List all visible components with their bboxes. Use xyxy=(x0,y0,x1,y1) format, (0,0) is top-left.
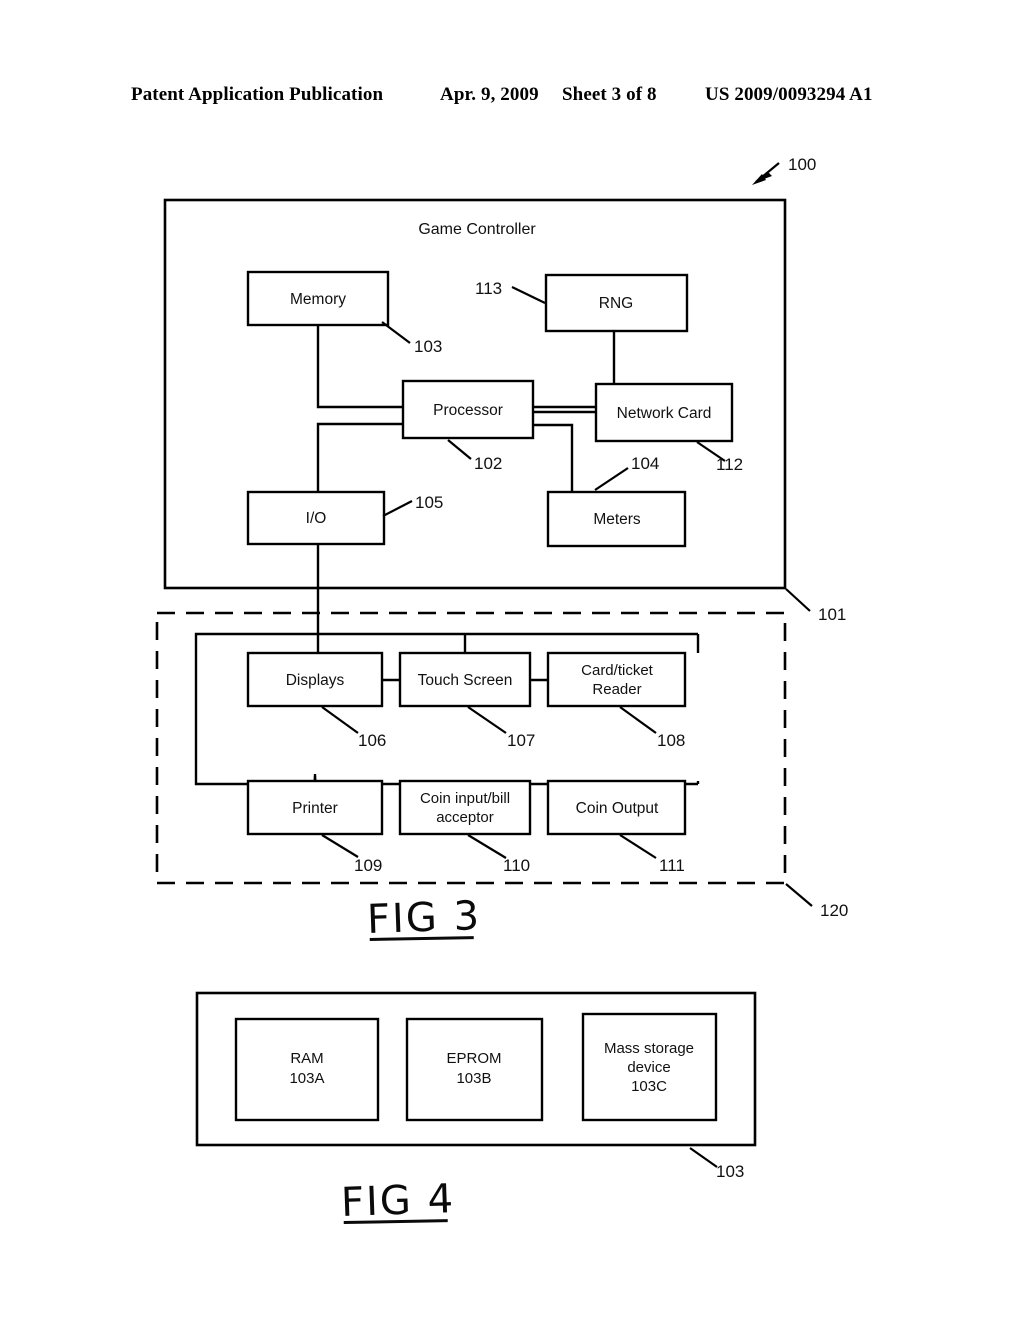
ref-label-110: 110 xyxy=(503,856,530,875)
ref-label-109: 109 xyxy=(354,856,382,875)
ref-label-106: 106 xyxy=(358,731,386,750)
ref-label-102: 102 xyxy=(474,454,502,473)
block-card-ticket-reader xyxy=(546,651,687,708)
block-card-ticket-reader-label: Card/ticket xyxy=(581,662,654,679)
ref-label-100: 100 xyxy=(788,155,816,174)
block-touch-screen-label: Touch Screen xyxy=(418,672,513,689)
figure-4-caption: FIG 4 xyxy=(340,1176,456,1226)
block-coin-input-label: Coin input/bill xyxy=(420,790,510,807)
block-memory-label: Memory xyxy=(290,291,346,308)
leader-110 xyxy=(467,834,507,859)
ref-label-103-fig3: 103 xyxy=(414,337,442,356)
leader-101 xyxy=(785,588,811,612)
leader-103-fig3 xyxy=(381,321,411,344)
ref-label-113: 113 xyxy=(475,279,502,298)
block-mass-storage-label2: device xyxy=(627,1059,670,1076)
block-ram-label: RAM xyxy=(290,1050,323,1067)
leader-113 xyxy=(511,286,546,304)
block-io-label: I/O xyxy=(306,510,327,527)
machine-ref-arrow xyxy=(752,162,780,185)
block-printer-label: Printer xyxy=(292,800,338,817)
ref-label-120: 120 xyxy=(820,901,848,920)
figure-canvas: 100 Game Controller 101 Memory 103 RNG 1… xyxy=(0,0,1024,1320)
leader-106 xyxy=(321,706,359,734)
leader-103-fig4 xyxy=(689,1147,718,1168)
ref-label-107: 107 xyxy=(507,731,535,750)
leader-102 xyxy=(447,439,472,460)
block-mass-storage-label: Mass storage xyxy=(604,1040,694,1057)
ref-label-112: 112 xyxy=(716,455,743,474)
ref-label-111: 111 xyxy=(659,856,685,875)
block-processor-label: Processor xyxy=(433,402,503,419)
block-mass-storage-ref: 103C xyxy=(631,1078,667,1095)
block-coin-input-label2: acceptor xyxy=(436,809,494,826)
block-displays-label: Displays xyxy=(286,672,345,689)
leader-105 xyxy=(382,500,413,517)
ref-label-101: 101 xyxy=(818,605,846,624)
block-network-card-label: Network Card xyxy=(617,405,712,422)
block-ram-ref: 103A xyxy=(289,1070,324,1087)
ref-label-108: 108 xyxy=(657,731,685,750)
leader-109 xyxy=(321,834,359,858)
link-memory-processor xyxy=(316,325,403,409)
link-processor-io xyxy=(316,422,403,492)
figure-3-caption: FIG 3 xyxy=(366,893,482,943)
block-eprom-ref: 103B xyxy=(456,1070,491,1087)
block-coin-input xyxy=(398,779,532,836)
leader-108 xyxy=(619,706,657,734)
leader-120 xyxy=(785,883,813,907)
block-eprom-label: EPROM xyxy=(446,1050,501,1067)
game-controller-title: Game Controller xyxy=(418,221,536,238)
ref-label-105: 105 xyxy=(415,493,443,512)
link-processor-meters xyxy=(532,423,574,492)
block-meters-label: Meters xyxy=(593,511,641,528)
leader-111 xyxy=(619,834,657,859)
block-coin-output-label: Coin Output xyxy=(576,800,659,817)
leader-104 xyxy=(594,467,629,491)
leader-107 xyxy=(467,706,507,734)
ref-label-104: 104 xyxy=(631,454,659,473)
block-rng-label: RNG xyxy=(599,295,633,312)
block-card-ticket-reader-label2: Reader xyxy=(592,681,641,698)
ref-label-103-fig4: 103 xyxy=(716,1162,744,1181)
